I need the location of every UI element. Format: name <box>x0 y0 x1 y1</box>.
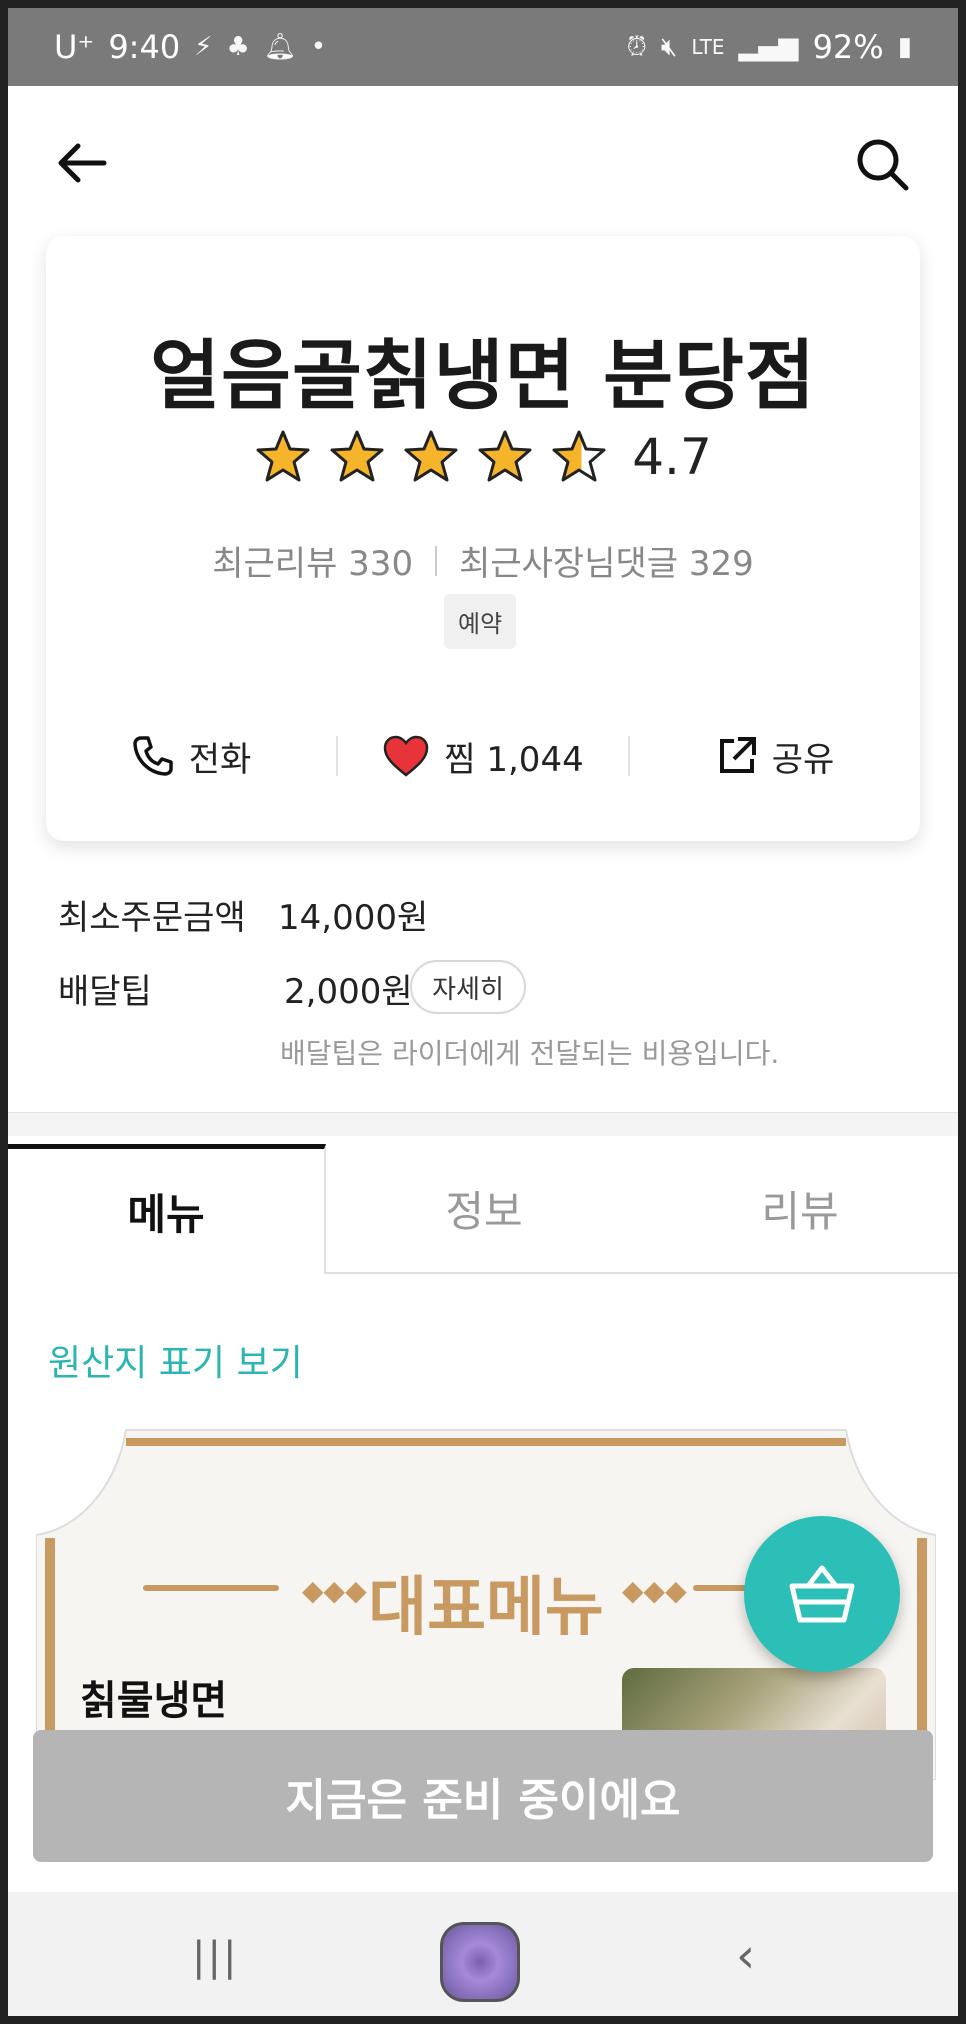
call-button[interactable]: 전화 <box>46 732 336 781</box>
cart-button[interactable] <box>744 1516 900 1672</box>
clock: 9:40 <box>108 28 181 66</box>
share-button[interactable]: 공유 <box>630 732 920 781</box>
alarm-icon: ⏰︎ <box>626 31 647 62</box>
store-name: 얼음골칡냉면 분당점 <box>150 331 816 420</box>
review-counts: 최근리뷰 330 최근사장님댓글 329 <box>46 536 920 585</box>
battery-icon: ▮ <box>897 32 912 62</box>
recent-reviews-count[interactable]: 최근리뷰 330 <box>212 536 413 585</box>
status-bar: U⁺ 9:40 ⚡ ♣ 🔔︎ • ⏰︎ 🔇︎ LTE ▂▄▆ 92% ▮ <box>8 8 958 86</box>
rating-value: 4.7 <box>632 428 712 486</box>
divider <box>435 545 438 576</box>
star-full-icon <box>330 430 384 482</box>
section-divider <box>8 1112 958 1136</box>
star-full-icon <box>256 430 310 482</box>
tab-reviews[interactable]: 리뷰 <box>642 1144 958 1274</box>
home-button[interactable] <box>440 1922 520 2002</box>
share-label: 공유 <box>771 739 835 780</box>
basket-icon <box>789 1565 855 1623</box>
min-order-value: 14,000원 <box>278 898 429 938</box>
app-cluster-icon: ♣ <box>226 32 250 62</box>
delivery-tip-label: 배달팁 <box>58 972 152 1012</box>
lte-icon: LTE <box>691 35 725 59</box>
delivery-tip-detail-button[interactable]: 자세히 <box>410 960 526 1014</box>
store-card: 얼음골칡냉면 분당점 4.7 최근리뷰 330 최근사장님댓글 329 예약 전… <box>46 236 920 841</box>
system-nav-bar: ||| ‹ <box>8 1892 958 2016</box>
recent-apps-icon[interactable]: ||| <box>192 1934 238 1980</box>
volte-icon: ⚡ <box>194 32 213 62</box>
call-label: 전화 <box>188 739 252 780</box>
search-icon[interactable] <box>854 136 912 194</box>
carrier-label: U⁺ <box>54 28 95 66</box>
reservation-badge: 예약 <box>444 594 517 649</box>
store-tabs: 메뉴 정보 리뷰 <box>8 1144 958 1274</box>
app-bar <box>8 86 958 236</box>
min-order-label: 최소주문금액 <box>58 898 246 938</box>
bell-icon: 🔔︎ <box>263 32 297 62</box>
store-actions: 전화 찜 1,044 공유 <box>46 716 920 796</box>
battery-percent: 92% <box>812 28 884 66</box>
delivery-tip-note: 배달팁은 라이더에게 전달되는 비용입니다. <box>280 1037 780 1070</box>
order-status-button[interactable]: 지금은 준비 중이에요 <box>33 1730 933 1862</box>
app-screen: U⁺ 9:40 ⚡ ♣ 🔔︎ • ⏰︎ 🔇︎ LTE ▂▄▆ 92% ▮ 얼음골… <box>8 8 958 2016</box>
star-full-icon <box>404 430 458 482</box>
origin-info-link[interactable]: 원산지 표기 보기 <box>48 1334 303 1386</box>
like-count: 찜 1,044 <box>444 739 584 780</box>
back-arrow-icon[interactable] <box>52 138 112 188</box>
like-button[interactable]: 찜 1,044 <box>338 732 628 781</box>
nav-back-icon[interactable]: ‹ <box>736 1928 755 1984</box>
phone-icon <box>132 736 173 776</box>
dot-icon: • <box>310 32 327 62</box>
rating-row: 4.7 <box>46 428 920 486</box>
star-half-icon <box>552 430 606 482</box>
heart-icon <box>384 735 429 777</box>
delivery-tip-value: 2,000원 <box>284 972 413 1012</box>
signal-icon: ▂▄▆ <box>738 32 799 62</box>
mute-icon: 🔇︎ <box>660 31 678 62</box>
menu-item-name[interactable]: 칡물냉면 <box>80 1668 227 1726</box>
star-full-icon <box>478 430 532 482</box>
owner-replies-count[interactable]: 최근사장님댓글 329 <box>459 536 754 585</box>
tab-info[interactable]: 정보 <box>326 1144 642 1274</box>
tab-menu[interactable]: 메뉴 <box>8 1144 326 1274</box>
share-icon <box>719 737 756 773</box>
